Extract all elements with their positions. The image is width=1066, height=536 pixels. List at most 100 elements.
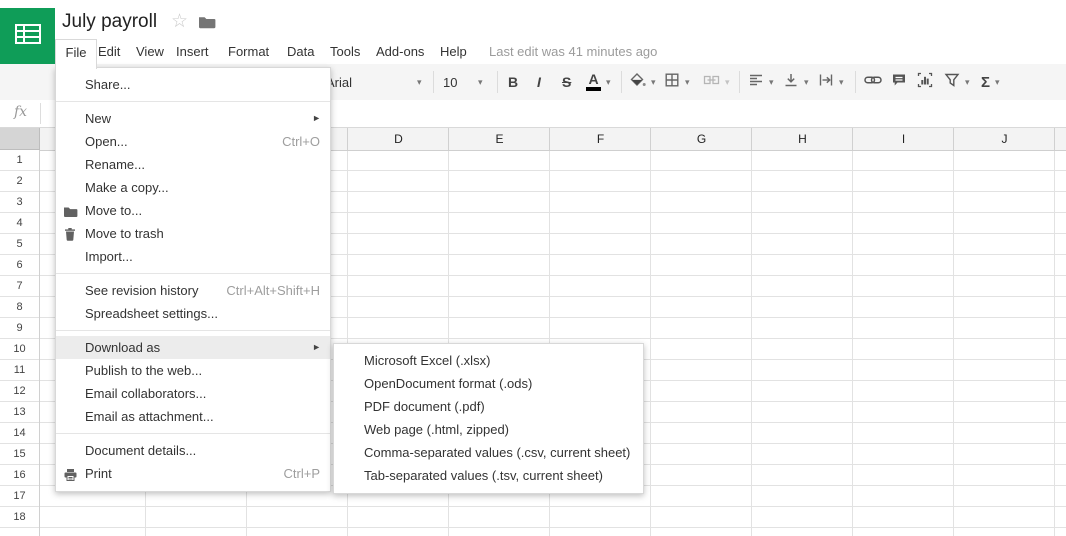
text-color-button[interactable]: A ▾ [586, 64, 611, 100]
row-header[interactable]: 15 [0, 444, 39, 465]
last-edit-status[interactable]: Last edit was 41 minutes ago [489, 42, 657, 62]
menu-item-move-to[interactable]: Move to... [56, 199, 330, 222]
menu-edit[interactable]: Edit [98, 42, 120, 62]
menu-item-spreadsheet-settings[interactable]: Spreadsheet settings... [56, 302, 330, 325]
row-header[interactable]: 16 [0, 465, 39, 486]
font-family-value: Arial [326, 75, 412, 90]
menu-file[interactable]: File [55, 39, 97, 69]
menu-tools[interactable]: Tools [330, 42, 360, 62]
row-header[interactable]: 8 [0, 297, 39, 318]
submenu-item-ods[interactable]: OpenDocument format (.ods) [334, 372, 643, 395]
column-header-i[interactable]: I [852, 128, 954, 150]
shortcut-label: Ctrl+P [284, 462, 320, 485]
menu-data[interactable]: Data [287, 42, 314, 62]
font-size-dropdown[interactable]: 10 ▾ [443, 64, 483, 100]
menu-item-publish-to-web[interactable]: Publish to the web... [56, 359, 330, 382]
menu-item-open[interactable]: Open...Ctrl+O [56, 130, 330, 153]
chevron-down-icon: ▾ [769, 77, 774, 88]
chart-icon [917, 72, 933, 93]
borders-button[interactable]: ▾ [664, 64, 690, 100]
insert-chart-button[interactable] [917, 64, 933, 100]
menu-help[interactable]: Help [440, 42, 467, 62]
row-header[interactable]: 11 [0, 360, 39, 381]
download-submenu: Microsoft Excel (.xlsx) OpenDocument for… [333, 343, 644, 494]
chevron-down-icon: ▾ [606, 77, 611, 88]
row-header[interactable]: 12 [0, 381, 39, 402]
menu-insert[interactable]: Insert [176, 42, 209, 62]
row-header[interactable]: 4 [0, 213, 39, 234]
column-header[interactable] [1054, 128, 1066, 150]
fill-color-button[interactable]: ▾ [629, 64, 656, 100]
menu-item-import[interactable]: Import... [56, 245, 330, 268]
move-folder-icon[interactable] [198, 15, 216, 34]
row-header[interactable]: 6 [0, 255, 39, 276]
menu-item-print[interactable]: PrintCtrl+P [56, 462, 330, 485]
menu-item-make-a-copy[interactable]: Make a copy... [56, 176, 330, 199]
column-header-j[interactable]: J [953, 128, 1055, 150]
column-header-f[interactable]: F [549, 128, 651, 150]
select-all-corner[interactable] [0, 128, 40, 150]
sheets-logo[interactable] [0, 8, 55, 64]
document-title[interactable]: July payroll [62, 11, 157, 33]
merge-cells-icon [703, 72, 720, 93]
sheets-app: July payroll ☆ File Edit View Insert For… [0, 0, 1066, 536]
menu-separator [56, 433, 330, 434]
filter-button[interactable]: ▾ [944, 64, 970, 100]
text-wrap-button[interactable]: ▾ [818, 64, 844, 100]
submenu-item-html[interactable]: Web page (.html, zipped) [334, 418, 643, 441]
horizontal-align-button[interactable]: ▾ [748, 64, 774, 100]
insert-link-button[interactable] [864, 64, 882, 100]
bold-button[interactable]: B [508, 64, 518, 100]
column-header-h[interactable]: H [751, 128, 853, 150]
menu-item-see-revision-history[interactable]: See revision historyCtrl+Alt+Shift+H [56, 279, 330, 302]
column-header-d[interactable]: D [347, 128, 449, 150]
vertical-align-button[interactable]: ▾ [783, 64, 809, 100]
menu-item-email-collaborators[interactable]: Email collaborators... [56, 382, 330, 405]
row-header-strip: 1 2 3 4 5 6 7 8 9 10 11 12 13 14 15 16 1… [0, 150, 40, 536]
font-size-value: 10 [443, 75, 473, 90]
row-header[interactable]: 5 [0, 234, 39, 255]
column-header-e[interactable]: E [448, 128, 550, 150]
menu-item-new[interactable]: New► [56, 107, 330, 130]
menu-item-share[interactable]: Share... [56, 73, 330, 96]
spreadsheet-grid-icon [15, 24, 41, 49]
menu-view[interactable]: View [136, 42, 164, 62]
strikethrough-button[interactable]: S [562, 64, 571, 100]
merge-cells-button[interactable]: ▾ [703, 64, 730, 100]
comment-icon [891, 72, 907, 93]
italic-button[interactable]: I [537, 64, 541, 100]
star-icon[interactable]: ☆ [171, 11, 188, 33]
chevron-down-icon: ▾ [651, 77, 656, 88]
font-family-dropdown[interactable]: Arial ▾ [326, 64, 422, 100]
submenu-item-pdf[interactable]: PDF document (.pdf) [334, 395, 643, 418]
vertical-align-icon [783, 72, 799, 93]
menu-item-document-details[interactable]: Document details... [56, 439, 330, 462]
submenu-arrow-icon: ► [312, 336, 321, 359]
menu-format[interactable]: Format [228, 42, 269, 62]
row-header[interactable]: 1 [0, 150, 39, 171]
submenu-item-csv[interactable]: Comma-separated values (.csv, current sh… [334, 441, 643, 464]
row-header[interactable]: 14 [0, 423, 39, 444]
text-wrap-icon [818, 72, 834, 93]
insert-comment-button[interactable] [891, 64, 907, 100]
submenu-item-tsv[interactable]: Tab-separated values (.tsv, current shee… [334, 464, 643, 487]
row-header[interactable]: 17 [0, 486, 39, 507]
menu-item-rename[interactable]: Rename... [56, 153, 330, 176]
menu-item-move-to-trash[interactable]: Move to trash [56, 222, 330, 245]
row-header[interactable]: 13 [0, 402, 39, 423]
row-header[interactable]: 18 [0, 507, 39, 528]
row-header[interactable]: 7 [0, 276, 39, 297]
row-header[interactable]: 10 [0, 339, 39, 360]
file-menu: Share... New► Open...Ctrl+O Rename... Ma… [55, 67, 331, 492]
menu-item-download-as[interactable]: Download as► [56, 336, 330, 359]
submenu-item-xlsx[interactable]: Microsoft Excel (.xlsx) [334, 349, 643, 372]
row-header[interactable]: 9 [0, 318, 39, 339]
row-header[interactable]: 2 [0, 171, 39, 192]
shortcut-label: Ctrl+O [282, 130, 320, 153]
row-header[interactable]: 3 [0, 192, 39, 213]
formula-bar-divider [40, 103, 41, 124]
menu-addons[interactable]: Add-ons [376, 42, 424, 62]
functions-button[interactable]: Σ ▾ [981, 64, 1000, 100]
menu-item-email-as-attachment[interactable]: Email as attachment... [56, 405, 330, 428]
column-header-g[interactable]: G [650, 128, 752, 150]
